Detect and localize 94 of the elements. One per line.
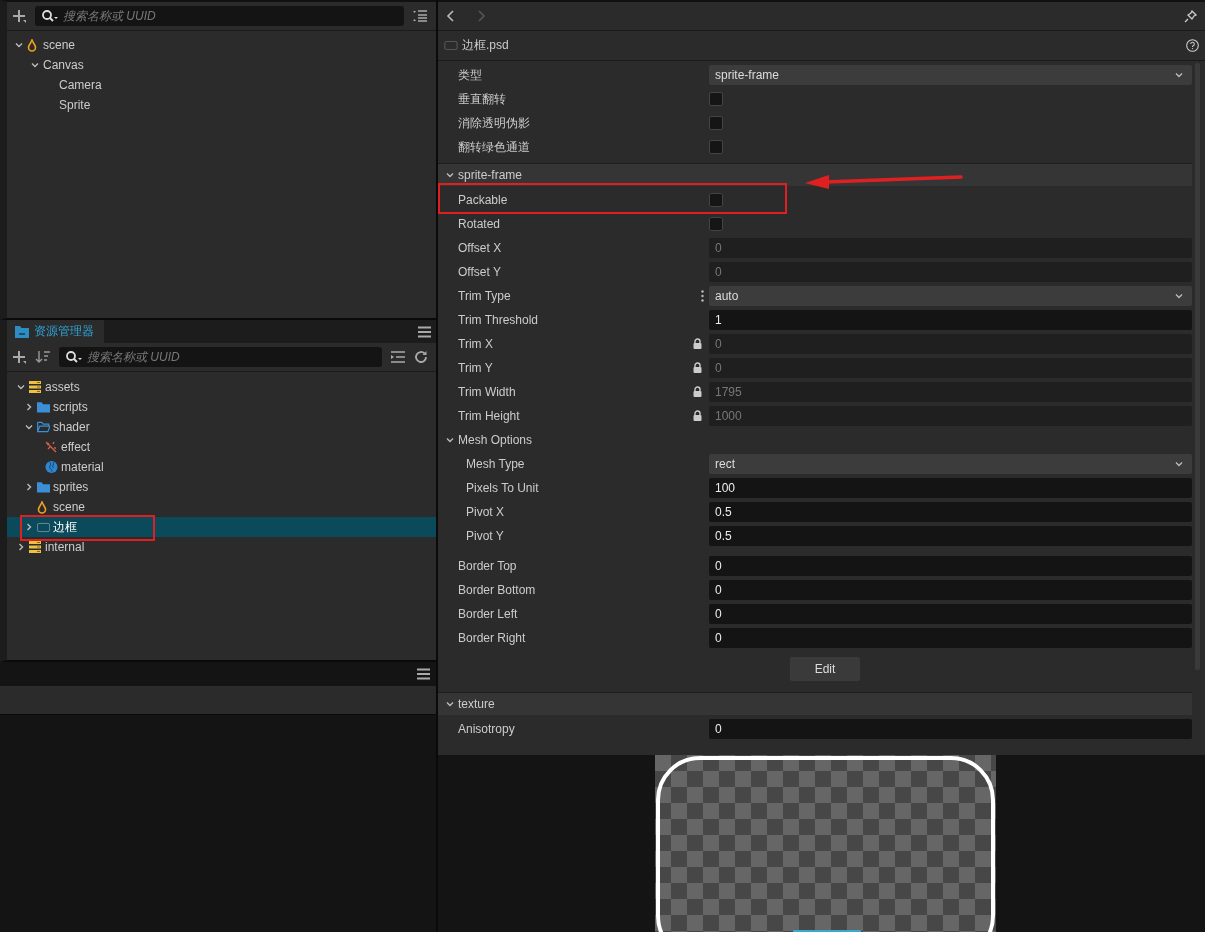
property-label: Pivot Y (466, 529, 504, 543)
property-label: 翻转绿色通道 (458, 139, 530, 154)
number-field[interactable]: 0 (709, 580, 1192, 600)
checkbox[interactable] (709, 116, 723, 130)
dropdown[interactable]: sprite-frame (709, 65, 1192, 85)
flame-icon (37, 500, 47, 514)
open-folder-icon (37, 421, 50, 433)
tree-item[interactable]: Canvas (43, 58, 84, 72)
sphere-icon (45, 460, 58, 474)
property-label: Trim Width (458, 385, 516, 399)
checkbox[interactable] (709, 92, 723, 106)
refresh-icon[interactable] (414, 350, 428, 364)
property-label: Trim Threshold (458, 313, 539, 327)
chevron-down-icon[interactable] (1174, 291, 1184, 301)
search-field[interactable]: 搜索名称或 UUID (59, 347, 382, 367)
tree-item[interactable]: scene (7, 497, 436, 517)
checkbox[interactable] (709, 193, 723, 207)
number-field[interactable]: 0.5 (709, 526, 1192, 546)
collapse-icon[interactable] (390, 351, 406, 363)
number-field[interactable]: 0 (709, 719, 1192, 739)
dropdown[interactable]: auto (709, 286, 1192, 306)
dropdown[interactable]: rect (709, 454, 1192, 474)
add-icon[interactable] (11, 349, 27, 365)
tree-item[interactable]: Sprite (59, 98, 91, 112)
tree-item[interactable]: sprites (7, 477, 436, 497)
tree-item[interactable]: material (7, 457, 436, 477)
property-label: Trim X (458, 337, 493, 351)
tree-item[interactable]: shader (7, 417, 436, 437)
sparkle-icon (45, 441, 57, 453)
asset-title: 边框.psd (462, 37, 509, 54)
checkbox[interactable] (709, 140, 723, 154)
number-field[interactable]: 0.5 (709, 502, 1192, 522)
chevron-down-icon[interactable] (1174, 70, 1184, 80)
back-icon[interactable] (446, 10, 456, 22)
number-field[interactable]: 0 (709, 604, 1192, 624)
property-label: Trim Type (458, 289, 511, 303)
search-icon[interactable] (65, 350, 83, 364)
tree-item[interactable]: scene (43, 38, 76, 52)
chevron-down-icon[interactable] (1174, 459, 1184, 469)
number-field[interactable]: 100 (709, 478, 1192, 498)
property-label: Pixels To Unit (466, 481, 539, 495)
property-label: Mesh Type (466, 457, 525, 471)
property-label: Trim Y (458, 361, 493, 375)
tree-item[interactable]: internal (7, 537, 436, 557)
lock-icon (693, 410, 702, 421)
database-icon (29, 541, 41, 553)
property-label: Offset X (458, 241, 502, 255)
property-label: Anisotropy (458, 722, 515, 736)
lock-icon (693, 362, 702, 373)
flame-icon (27, 38, 37, 52)
property-label: Border Bottom (458, 583, 536, 597)
pin-icon[interactable] (1184, 9, 1197, 23)
property-label: Border Top (458, 559, 517, 573)
folder-icon (37, 481, 50, 493)
image-file-icon (37, 521, 50, 533)
menu-icon[interactable] (417, 668, 430, 680)
checkbox[interactable] (709, 217, 723, 231)
help-icon[interactable] (1186, 39, 1199, 52)
property-label: 消除透明伪影 (458, 115, 530, 130)
folder-icon (15, 325, 29, 338)
property-label: Offset Y (458, 265, 501, 279)
property-label: 垂直翻转 (458, 91, 506, 106)
list-options-icon[interactable] (412, 9, 428, 23)
add-icon[interactable] (11, 8, 27, 24)
property-label: Trim Height (458, 409, 520, 423)
lock-icon (693, 338, 702, 349)
menu-icon[interactable] (418, 325, 431, 338)
number-field[interactable]: 0 (709, 556, 1192, 576)
tree-item[interactable]: 边框 (7, 517, 436, 537)
property-label: Rotated (458, 217, 501, 231)
property-label: Packable (458, 193, 508, 207)
search-icon[interactable] (41, 9, 59, 23)
property-label: Border Left (458, 607, 518, 621)
tree-item[interactable]: Camera (59, 78, 102, 92)
section-header[interactable]: texture (438, 692, 1192, 715)
number-field[interactable]: 0 (709, 628, 1192, 648)
folder-icon (37, 401, 50, 413)
lock-icon (693, 386, 702, 397)
property-label: Pivot X (466, 505, 504, 519)
database-icon (29, 381, 41, 393)
tree-item[interactable]: assets (7, 377, 436, 397)
tree-item[interactable]: effect (7, 437, 436, 457)
group-label[interactable]: Mesh Options (458, 433, 533, 447)
search-field[interactable]: 搜索名称或 UUID (35, 6, 404, 26)
property-label: Border Right (458, 631, 526, 645)
number-field[interactable]: 1 (709, 310, 1192, 330)
property-label: 类型 (458, 67, 482, 82)
more-icon[interactable] (701, 290, 704, 302)
section-header[interactable]: sprite-frame (438, 163, 1192, 186)
edit-button[interactable]: Edit (790, 657, 860, 681)
tree-item[interactable]: scripts (7, 397, 436, 417)
panel-tab[interactable]: 资源管理器 (7, 320, 104, 343)
image-file-icon (444, 41, 458, 50)
sort-icon[interactable] (35, 349, 51, 365)
